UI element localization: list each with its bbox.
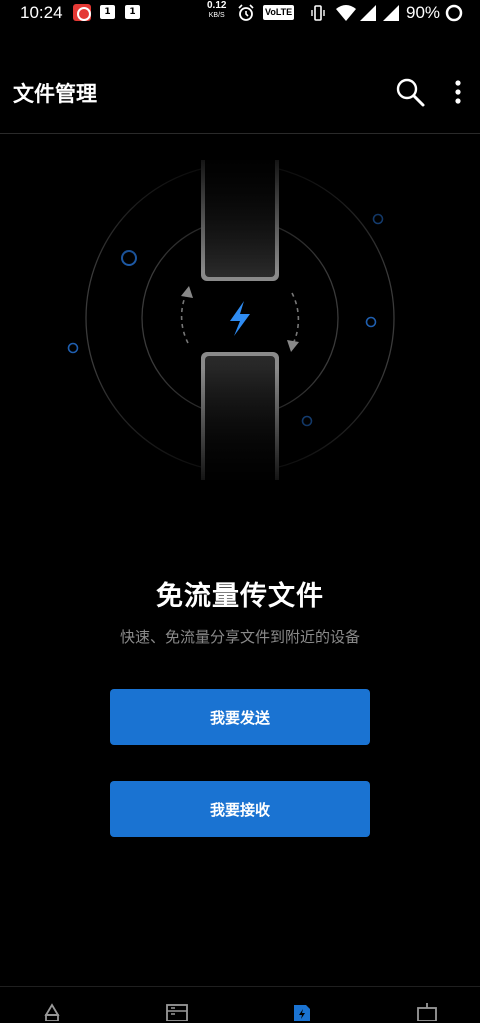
bottom-nav xyxy=(0,986,480,1023)
message-notification-icon: 1 xyxy=(125,5,140,19)
share-icon xyxy=(294,1005,310,1021)
battery-percent: 90% xyxy=(406,3,441,22)
volte-badge: VoLTE xyxy=(263,5,295,20)
app-notification-icon xyxy=(73,4,91,21)
toolbar-divider xyxy=(0,133,480,134)
battery-icon xyxy=(444,3,464,27)
receive-button[interactable]: 我要接收 xyxy=(110,781,370,837)
send-button[interactable]: 我要发送 xyxy=(110,689,370,745)
more-vert-icon xyxy=(455,80,461,104)
vibrate-icon xyxy=(309,4,327,26)
signal-icon xyxy=(359,4,377,26)
status-bar: 10:24 1 1 0.12 KB/S VoLTE 90% xyxy=(0,0,480,26)
nav-recent[interactable] xyxy=(32,1001,72,1023)
search-button[interactable] xyxy=(392,74,428,110)
alarm-icon xyxy=(237,4,255,26)
categories-icon xyxy=(166,1004,188,1021)
wifi-icon xyxy=(335,4,357,26)
subline: 快速、免流量分享文件到附近的设备 xyxy=(119,628,360,646)
storage-icon xyxy=(417,1003,437,1021)
signal-icon xyxy=(382,4,400,26)
nav-share[interactable] xyxy=(282,1001,322,1023)
message-notification-icon: 1 xyxy=(100,5,115,19)
network-speed: 0.12 KB/S xyxy=(207,0,227,20)
recent-icon xyxy=(44,1003,60,1021)
nav-storage[interactable] xyxy=(407,1001,447,1023)
page-title: 文件管理 xyxy=(13,82,97,106)
headline: 免流量传文件 xyxy=(156,581,324,612)
more-options-button[interactable] xyxy=(448,74,468,110)
nav-categories[interactable] xyxy=(157,1001,197,1023)
transfer-illustration xyxy=(60,140,420,493)
search-icon xyxy=(396,78,425,107)
status-time: 10:24 xyxy=(20,3,63,22)
